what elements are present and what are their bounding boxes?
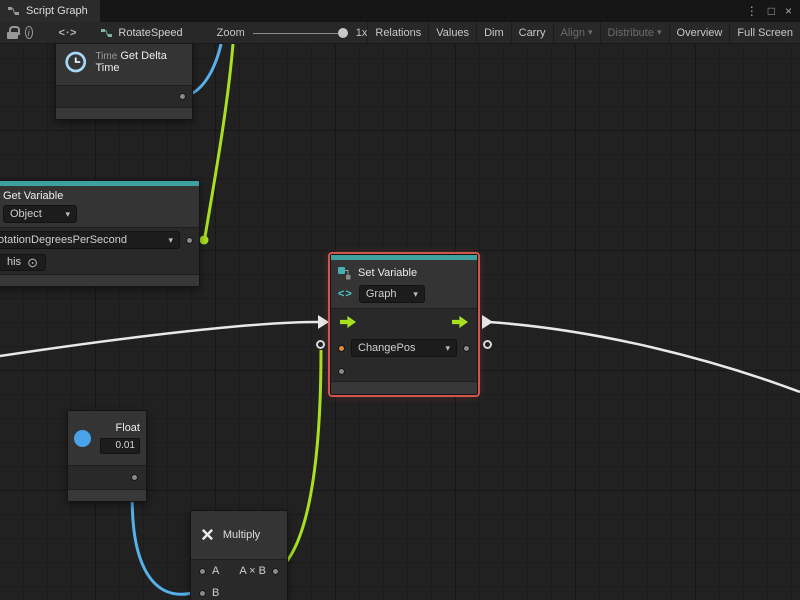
chevron-down-icon: ▾ xyxy=(413,290,418,299)
kebab-menu-icon[interactable]: ⋮ xyxy=(746,4,758,18)
float-icon xyxy=(74,430,91,447)
float-value-field[interactable]: 0.01 xyxy=(100,438,140,454)
values-button[interactable]: Values xyxy=(428,22,476,44)
node-float[interactable]: Float 0.01 xyxy=(67,410,147,502)
zoom-slider-handle[interactable] xyxy=(338,28,348,38)
node-get-delta-time[interactable]: Time Get Delta Time xyxy=(55,44,193,120)
toolbar-buttons: Relations Values Dim Carry Align ▾ Distr… xyxy=(367,22,800,44)
flow-input-arrow[interactable] xyxy=(318,315,329,329)
graph-icon xyxy=(8,5,20,17)
info-icon[interactable]: i xyxy=(25,26,33,39)
node-category: Time xyxy=(95,51,117,62)
relations-button[interactable]: Relations xyxy=(367,22,428,44)
multiply-a-port[interactable] xyxy=(199,568,206,575)
maximize-icon[interactable]: □ xyxy=(768,4,775,18)
chevron-down-icon: ▾ xyxy=(588,28,593,37)
multiply-b-port[interactable] xyxy=(199,590,206,597)
full-screen-button[interactable]: Full Screen xyxy=(729,22,800,44)
close-icon[interactable]: × xyxy=(785,4,792,18)
zoom-slider-track[interactable] xyxy=(253,33,348,34)
variable-name-dropdown[interactable]: ChangePos ▾ xyxy=(351,339,457,357)
node-footer xyxy=(331,381,477,394)
set-variable-icon xyxy=(338,267,352,280)
wire-white-input xyxy=(0,322,318,356)
node-title: Get Variable xyxy=(3,190,192,202)
tab-script-graph[interactable]: Script Graph xyxy=(0,0,100,22)
chevron-down-icon: ▾ xyxy=(657,28,662,37)
chevron-down-icon: ▾ xyxy=(65,210,70,219)
fallback-input-port[interactable] xyxy=(338,368,345,375)
object-picker-icon[interactable]: ⊙ xyxy=(27,256,38,269)
node-set-variable[interactable]: Set Variable <> Graph ▾ ChangePos ▾ xyxy=(330,254,478,395)
dim-button[interactable]: Dim xyxy=(476,22,511,44)
variable-name-dropdown[interactable]: otationDegreesPerSecond ▾ xyxy=(0,231,180,249)
node-footer xyxy=(56,107,192,119)
control-input-port[interactable] xyxy=(340,316,356,328)
edit-code-icon[interactable]: <∙> xyxy=(59,27,78,39)
variable-scope-dropdown[interactable]: Graph ▾ xyxy=(359,285,425,303)
wire-green-variable xyxy=(205,44,233,237)
node-footer xyxy=(0,274,199,286)
multiply-result-port[interactable] xyxy=(272,568,279,575)
graph-toolbar: i <∙> RotateSpeed Zoom 1x Relations Valu… xyxy=(0,22,800,44)
node-title: Float xyxy=(116,422,140,434)
align-button: Align ▾ xyxy=(553,22,600,44)
node-title: Multiply xyxy=(223,529,260,541)
graph-asset-icon xyxy=(101,27,113,39)
flow-output-arrow[interactable] xyxy=(482,315,493,329)
node-title: Set Variable xyxy=(358,267,417,279)
chevron-down-icon: ▾ xyxy=(168,236,173,245)
control-output-port[interactable] xyxy=(452,316,468,328)
delta-time-output-port[interactable] xyxy=(179,93,186,100)
node-multiply[interactable]: × Multiply A A × B B xyxy=(190,510,288,600)
float-output-port[interactable] xyxy=(131,474,138,481)
variable-scope-dropdown[interactable]: Object ▾ xyxy=(3,205,77,223)
target-object-chip[interactable]: his ⊙ xyxy=(0,254,46,271)
carry-button[interactable]: Carry xyxy=(511,22,553,44)
variable-output-port[interactable] xyxy=(200,236,209,245)
graph-asset: RotateSpeed xyxy=(101,27,182,39)
graph-name-label: RotateSpeed xyxy=(118,27,182,39)
tab-bar: Script Graph ⋮ □ × xyxy=(0,0,800,22)
zoom-value: 1x xyxy=(356,27,368,39)
lock-icon[interactable] xyxy=(7,26,13,39)
zoom-slider[interactable] xyxy=(253,27,348,39)
external-input-ring[interactable] xyxy=(316,340,325,349)
tab-title: Script Graph xyxy=(26,5,88,17)
chevron-down-icon: ▾ xyxy=(445,344,450,353)
value-output-port[interactable] xyxy=(463,345,470,352)
zoom-label: Zoom xyxy=(217,27,245,39)
external-output-ring[interactable] xyxy=(483,340,492,349)
wire-white-output xyxy=(489,322,800,392)
variable-value-port[interactable] xyxy=(186,237,193,244)
graph-canvas[interactable]: Time Get Delta Time Get Variable Object … xyxy=(0,44,800,600)
node-get-variable[interactable]: Get Variable Object ▾ otationDegreesPerS… xyxy=(0,180,200,287)
node-footer xyxy=(68,489,146,501)
clock-icon xyxy=(64,49,87,75)
multiply-icon: × xyxy=(201,524,214,546)
graph-scope-icon: <> xyxy=(338,288,353,300)
distribute-button: Distribute ▾ xyxy=(600,22,669,44)
value-input-port[interactable] xyxy=(338,345,345,352)
overview-button[interactable]: Overview xyxy=(669,22,730,44)
